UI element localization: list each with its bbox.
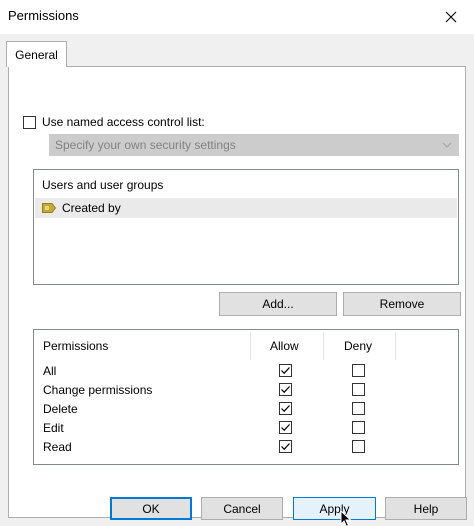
column-divider xyxy=(250,332,251,360)
apply-button[interactable]: Apply xyxy=(293,497,376,520)
permission-name: Edit xyxy=(43,421,64,435)
add-button-label: Add... xyxy=(262,297,294,311)
users-list-header: Users and user groups xyxy=(42,178,164,192)
help-button[interactable]: Help xyxy=(385,497,467,520)
deny-checkbox[interactable] xyxy=(352,402,365,415)
close-icon xyxy=(445,11,457,23)
allow-checkbox[interactable] xyxy=(279,383,292,396)
tab-panel-general: Use named access control list: Specify y… xyxy=(8,66,466,518)
named-acl-label: Use named access control list: xyxy=(42,115,205,129)
tab-general[interactable]: General xyxy=(6,41,67,67)
allow-checkbox[interactable] xyxy=(279,421,292,434)
table-row: Change permissions xyxy=(34,381,458,400)
add-button[interactable]: Add... xyxy=(219,292,337,316)
help-button-label: Help xyxy=(413,501,439,516)
cancel-button[interactable]: Cancel xyxy=(201,497,283,520)
column-divider xyxy=(395,332,396,360)
tag-icon xyxy=(42,203,56,213)
deny-column-header: Deny xyxy=(344,339,373,353)
deny-checkbox[interactable] xyxy=(352,364,365,377)
close-button[interactable] xyxy=(428,0,474,34)
allow-checkbox[interactable] xyxy=(279,440,292,453)
table-row: Delete xyxy=(34,400,458,419)
dialog-client-area: General Use named access control list: S… xyxy=(0,34,474,526)
named-acl-row: Use named access control list: xyxy=(23,115,205,129)
window-title: Permissions xyxy=(8,8,79,23)
allow-checkbox[interactable] xyxy=(279,364,292,377)
deny-checkbox[interactable] xyxy=(352,383,365,396)
permissions-grid: Permissions Allow Deny All Change permis… xyxy=(33,329,459,465)
ok-button-label: OK xyxy=(142,501,160,516)
security-settings-value: Specify your own security settings xyxy=(55,138,236,152)
checkmark-icon xyxy=(281,367,290,375)
named-acl-checkbox[interactable] xyxy=(23,115,36,129)
permissions-header: Permissions Allow Deny xyxy=(34,330,458,362)
allow-checkbox[interactable] xyxy=(279,402,292,415)
table-row: Edit xyxy=(34,419,458,438)
remove-button[interactable]: Remove xyxy=(343,292,461,316)
checkmark-icon xyxy=(281,424,290,432)
ok-button[interactable]: OK xyxy=(110,497,192,520)
table-row: Read xyxy=(34,438,458,457)
allow-column-header: Allow xyxy=(270,339,299,353)
permissions-column-header: Permissions xyxy=(43,339,109,353)
permission-name: Read xyxy=(43,440,72,454)
permission-name: All xyxy=(43,364,57,378)
deny-checkbox[interactable] xyxy=(352,440,365,453)
title-bar: Permissions xyxy=(0,0,474,34)
cancel-button-label: Cancel xyxy=(223,501,261,516)
checkmark-icon xyxy=(281,386,290,394)
column-divider xyxy=(323,332,324,360)
chevron-down-icon xyxy=(442,142,452,148)
users-list[interactable]: Users and user groups Created by xyxy=(33,169,459,285)
tab-general-label: General xyxy=(15,47,58,62)
checkmark-icon xyxy=(281,405,290,413)
mouse-cursor-icon xyxy=(340,510,352,526)
list-item[interactable]: Created by xyxy=(35,198,457,218)
permission-name: Delete xyxy=(43,402,78,416)
checkmark-icon xyxy=(281,443,290,451)
list-item-label: Created by xyxy=(62,201,121,215)
table-row: All xyxy=(34,362,458,381)
permission-name: Change permissions xyxy=(43,383,153,397)
deny-checkbox[interactable] xyxy=(352,421,365,434)
security-settings-dropdown: Specify your own security settings xyxy=(49,134,459,156)
remove-button-label: Remove xyxy=(379,297,425,311)
